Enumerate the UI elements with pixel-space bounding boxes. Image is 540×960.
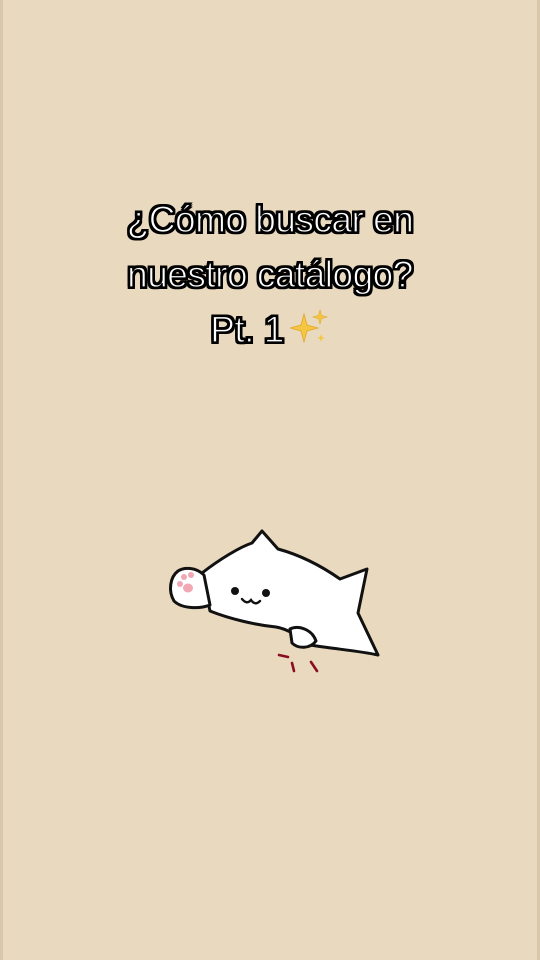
caption-line-2: nuestro catálogo? [127,253,414,295]
tap-mark-1 [277,653,290,659]
caption-line-3: Pt. 1 [0,302,540,357]
tap-mark-2 [290,661,296,673]
caption-line-1: ¿Cómo buscar en [126,198,414,240]
sparkles-icon [288,308,330,348]
cat-left-eye [231,587,239,595]
left-edge [0,0,3,960]
tap-mark-3 [309,660,319,673]
title-caption: ¿Cómo buscar en nuestro catálogo? Pt. 1 [0,192,540,357]
caption-part-label: Pt. 1 [210,308,285,350]
video-frame: ¿Cómo buscar en nuestro catálogo? Pt. 1 [0,0,540,960]
cat-right-eye [262,589,270,597]
bongo-cat-illustration [160,525,390,685]
